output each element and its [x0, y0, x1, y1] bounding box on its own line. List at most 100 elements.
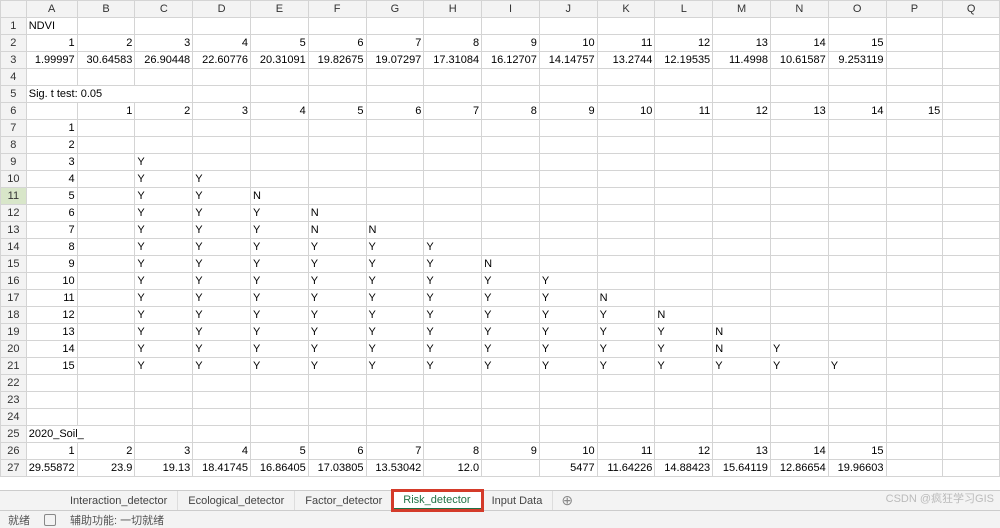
cell[interactable] — [828, 341, 886, 358]
cell[interactable] — [193, 86, 251, 103]
cell[interactable]: 5 — [250, 35, 308, 52]
cell[interactable]: 14 — [26, 341, 77, 358]
cell[interactable] — [193, 375, 251, 392]
cell[interactable] — [713, 290, 771, 307]
cell[interactable]: Y — [366, 273, 424, 290]
cell[interactable] — [193, 409, 251, 426]
cell[interactable]: Y — [135, 341, 193, 358]
cell[interactable] — [77, 188, 135, 205]
cell[interactable] — [828, 86, 886, 103]
cell[interactable] — [77, 409, 135, 426]
cell[interactable] — [597, 205, 655, 222]
cell[interactable]: Y — [250, 290, 308, 307]
cell[interactable]: N — [366, 222, 424, 239]
cell[interactable]: Y — [424, 324, 482, 341]
cell[interactable]: 12 — [713, 103, 771, 120]
cell[interactable] — [308, 154, 366, 171]
cell[interactable] — [886, 426, 943, 443]
cell[interactable] — [943, 69, 1000, 86]
cell[interactable]: 11 — [655, 103, 713, 120]
cell[interactable]: Y — [250, 358, 308, 375]
cell[interactable] — [539, 137, 597, 154]
cell[interactable]: Y — [135, 205, 193, 222]
cell[interactable] — [597, 154, 655, 171]
cell[interactable] — [250, 426, 308, 443]
cell[interactable] — [135, 409, 193, 426]
cell[interactable]: N — [655, 307, 713, 324]
cell[interactable]: 1 — [77, 103, 135, 120]
cell[interactable] — [770, 307, 828, 324]
cell[interactable]: Y — [366, 358, 424, 375]
col-header-Q[interactable]: Q — [943, 1, 1000, 18]
cell[interactable] — [250, 409, 308, 426]
cell[interactable] — [713, 69, 771, 86]
col-header-G[interactable]: G — [366, 1, 424, 18]
cell[interactable] — [366, 426, 424, 443]
cell[interactable]: 19.13 — [135, 460, 193, 477]
cell[interactable] — [713, 154, 771, 171]
cell[interactable]: Y — [366, 290, 424, 307]
cell[interactable] — [655, 86, 713, 103]
cell[interactable] — [482, 426, 540, 443]
cell[interactable] — [366, 69, 424, 86]
cell[interactable] — [886, 69, 943, 86]
cell[interactable] — [943, 18, 1000, 35]
cell[interactable] — [366, 375, 424, 392]
cell[interactable] — [482, 392, 540, 409]
cell[interactable]: 12.0 — [424, 460, 482, 477]
cell[interactable] — [539, 256, 597, 273]
cell[interactable] — [77, 375, 135, 392]
cell[interactable] — [770, 188, 828, 205]
cell[interactable] — [366, 392, 424, 409]
cell[interactable]: 5477 — [539, 460, 597, 477]
cell[interactable] — [713, 239, 771, 256]
cell[interactable]: Y — [828, 358, 886, 375]
cell[interactable] — [886, 154, 943, 171]
cell[interactable]: 11 — [597, 35, 655, 52]
cell[interactable] — [424, 137, 482, 154]
cell[interactable] — [366, 137, 424, 154]
cell[interactable] — [828, 409, 886, 426]
sheet-tab[interactable]: Ecological_detector — [178, 491, 295, 510]
cell[interactable]: Y — [713, 358, 771, 375]
cell[interactable]: Y — [770, 358, 828, 375]
cell[interactable] — [713, 188, 771, 205]
cell[interactable] — [943, 443, 1000, 460]
cell[interactable] — [597, 188, 655, 205]
cell[interactable]: Y — [308, 256, 366, 273]
col-header-D[interactable]: D — [193, 1, 251, 18]
cell[interactable]: 12 — [26, 307, 77, 324]
row-header[interactable]: 3 — [1, 52, 27, 69]
cell[interactable] — [886, 205, 943, 222]
cell[interactable] — [250, 137, 308, 154]
cell[interactable]: 1 — [26, 120, 77, 137]
cell[interactable] — [713, 137, 771, 154]
cell[interactable] — [482, 137, 540, 154]
cell[interactable] — [713, 120, 771, 137]
row-header[interactable]: 10 — [1, 171, 27, 188]
row-header[interactable]: 17 — [1, 290, 27, 307]
cell[interactable]: 10 — [26, 273, 77, 290]
cell[interactable]: 30.64583 — [77, 52, 135, 69]
cell[interactable]: Y — [250, 324, 308, 341]
cell[interactable] — [655, 375, 713, 392]
cell[interactable] — [539, 86, 597, 103]
cell[interactable]: 5 — [26, 188, 77, 205]
cell[interactable] — [655, 409, 713, 426]
cell[interactable] — [308, 188, 366, 205]
cell[interactable]: 12.19535 — [655, 52, 713, 69]
cell[interactable]: 23.9 — [77, 460, 135, 477]
cell[interactable] — [943, 426, 1000, 443]
cell[interactable] — [77, 324, 135, 341]
cell[interactable]: 7 — [366, 35, 424, 52]
cell[interactable] — [770, 375, 828, 392]
cell[interactable]: Y — [597, 307, 655, 324]
cell[interactable]: 3 — [26, 154, 77, 171]
cell[interactable] — [943, 290, 1000, 307]
cell[interactable] — [943, 154, 1000, 171]
cell[interactable]: 16.86405 — [250, 460, 308, 477]
cell[interactable]: Y — [424, 239, 482, 256]
cell[interactable]: Y — [193, 239, 251, 256]
cell[interactable] — [770, 409, 828, 426]
cell[interactable]: Y — [482, 290, 540, 307]
